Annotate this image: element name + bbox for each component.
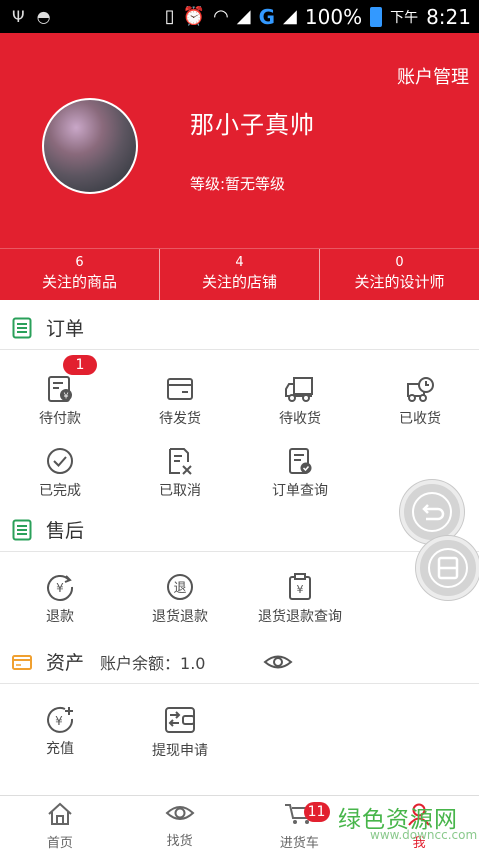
account-management-link[interactable]: 账户管理	[397, 63, 469, 89]
stat-label: 关注的店铺	[201, 273, 277, 291]
aftersale-label: 退货退款	[152, 609, 208, 625]
doc-cancel-icon	[169, 448, 192, 475]
order-pending-shipment[interactable]: 待发货	[120, 374, 240, 428]
order-label: 订单查询	[272, 483, 328, 499]
stat-followed-designers[interactable]: 0 关注的设计师	[319, 249, 479, 300]
orders-section-header: 订单	[0, 306, 479, 350]
cart-badge: 11	[303, 802, 330, 822]
svg-text:¥: ¥	[63, 392, 68, 401]
asset-label: 充值	[46, 741, 74, 757]
stat-label: 关注的设计师	[354, 273, 445, 291]
aftersale-return-refund[interactable]: 退 退货退款	[120, 572, 240, 626]
section-title: 售后	[46, 520, 85, 542]
order-pending-payment[interactable]: ¥ 待付款	[0, 374, 120, 428]
asset-label: 提现申请	[152, 743, 208, 759]
clock: 8:21	[426, 4, 471, 29]
recharge-icon: ¥	[47, 706, 74, 733]
menu-float-button[interactable]	[416, 536, 479, 600]
order-label: 待发货	[159, 411, 201, 427]
vibrate-icon: ▯	[164, 6, 175, 27]
order-completed[interactable]: 已完成	[0, 446, 120, 500]
order-label: 已收货	[399, 411, 441, 427]
signal-icon: ◢	[236, 6, 251, 27]
svg-text:¥: ¥	[297, 583, 304, 596]
stat-count: 6	[75, 255, 84, 270]
profile-header: 账户管理 那小子真帅 等级:暂无等级	[0, 33, 479, 248]
delivery-clock-icon	[407, 377, 434, 402]
wallet-doc-icon: ¥	[48, 376, 72, 402]
section-title: 订单	[46, 318, 85, 340]
follow-stats: 6 关注的商品 4 关注的店铺 0 关注的设计师	[0, 248, 479, 300]
watermark-url: www.downcc.com	[370, 828, 478, 842]
asset-withdraw[interactable]: 提现申请	[120, 704, 240, 760]
asset-recharge[interactable]: ¥ 充值	[0, 704, 120, 758]
card-icon	[12, 654, 32, 670]
nav-label: 首页	[46, 836, 73, 851]
usb-icon: Ψ	[12, 7, 25, 26]
home-icon	[48, 802, 72, 825]
time-ampm: 下午	[390, 9, 419, 26]
order-label: 已完成	[39, 483, 81, 499]
back-float-button[interactable]	[400, 480, 464, 544]
nav-home[interactable]: 首页	[0, 796, 120, 853]
return-refund-icon: 退	[167, 574, 193, 600]
battery-icon	[370, 6, 383, 27]
svg-text:¥: ¥	[56, 581, 64, 595]
signal-icon-2: ◢	[283, 6, 297, 27]
android-icon: ◓	[36, 7, 51, 26]
nav-label: 找货	[166, 834, 193, 849]
svg-text:¥: ¥	[55, 714, 63, 728]
list-doc-icon	[12, 519, 32, 540]
user-level: 等级:暂无等级	[190, 175, 286, 193]
stat-followed-goods[interactable]: 6 关注的商品	[0, 249, 159, 300]
nav-label: 进货车	[279, 836, 319, 851]
aftersale-label: 退款	[46, 609, 74, 625]
back-arrow-icon	[412, 492, 452, 532]
stat-count: 4	[235, 255, 244, 270]
stat-count: 0	[395, 255, 404, 270]
status-bar: Ψ ◓ ▯ ⏰ ◠ ◢ G ◢ 100% 下午 8:21	[0, 0, 479, 33]
eye-icon[interactable]	[263, 653, 294, 671]
aftersale-refund-query[interactable]: ¥ 退货退款查询	[240, 572, 360, 626]
list-doc-icon	[12, 317, 32, 338]
menu-icon	[428, 548, 468, 588]
pending-payment-badge: 1	[63, 355, 97, 375]
aftersale-label: 退货退款查询	[258, 609, 342, 625]
aftersale-refund[interactable]: ¥ 退款	[0, 572, 120, 626]
order-label: 待收货	[279, 411, 321, 427]
order-pending-receipt[interactable]: 待收货	[240, 374, 360, 428]
order-received[interactable]: 已收货	[360, 374, 479, 428]
check-circle-icon	[47, 448, 73, 474]
order-cancelled[interactable]: 已取消	[120, 446, 240, 500]
eye-icon	[165, 806, 195, 820]
truck-icon	[285, 377, 313, 402]
battery-percent: 100%	[304, 4, 363, 29]
order-label: 待付款	[39, 411, 81, 427]
stat-label: 关注的商品	[41, 273, 117, 291]
assets-section-header: 资产 账户余额：1.0	[0, 640, 479, 684]
svg-text:退: 退	[173, 581, 186, 596]
withdraw-icon	[165, 707, 195, 733]
account-balance: 账户余额：1.0	[100, 653, 206, 673]
avatar[interactable]	[42, 98, 138, 194]
alarm-icon: ⏰	[182, 6, 206, 27]
stat-followed-shops[interactable]: 4 关注的店铺	[159, 249, 319, 300]
nav-find-goods[interactable]: 找货	[120, 796, 240, 853]
wifi-icon: ◠	[213, 6, 229, 27]
refund-icon: ¥	[47, 575, 74, 601]
order-query[interactable]: 订单查询	[240, 446, 360, 500]
order-label: 已取消	[159, 483, 201, 499]
username: 那小子真帅	[190, 111, 315, 139]
box-icon	[167, 378, 193, 400]
section-title: 资产	[46, 652, 85, 674]
doc-search-icon	[289, 448, 312, 474]
refund-query-icon: ¥	[289, 573, 311, 600]
network-type: G	[258, 4, 276, 29]
